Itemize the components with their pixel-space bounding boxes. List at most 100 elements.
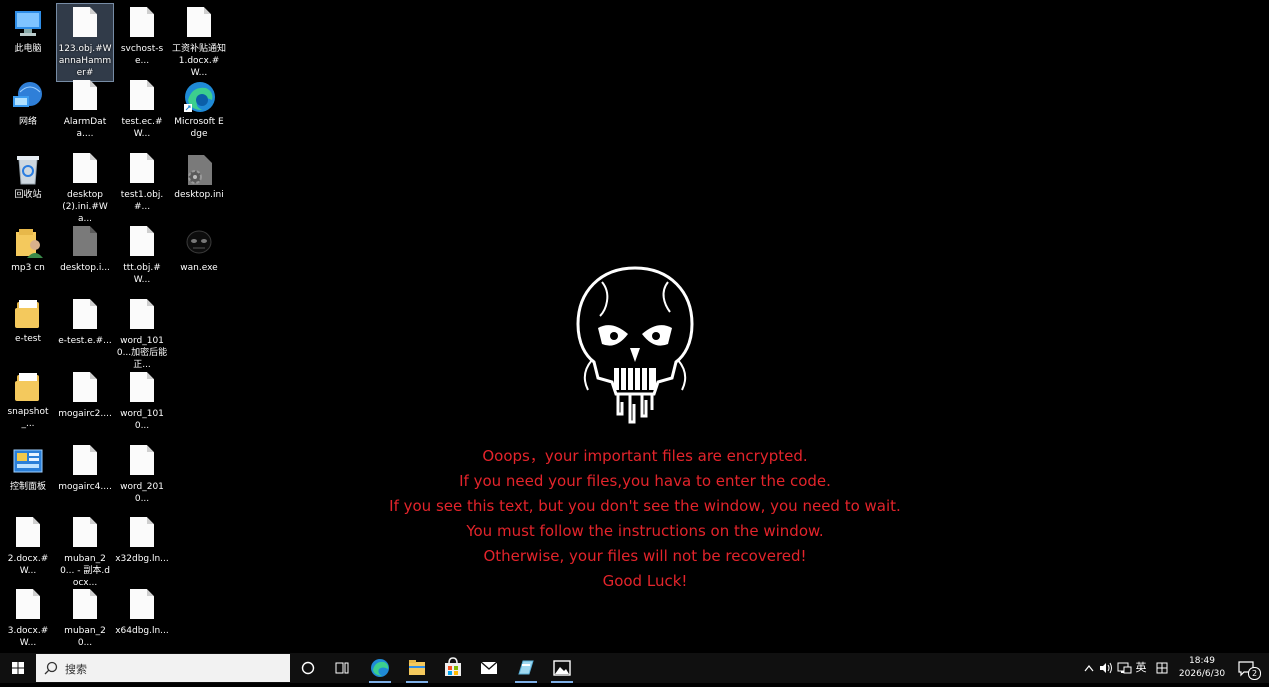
store-icon: [445, 657, 461, 676]
ime-mode-button[interactable]: [1154, 653, 1170, 683]
desktop-icon-e-test-e[interactable]: e-test.e.#...: [57, 296, 113, 347]
desktop-icon-3-docx[interactable]: 3.docx.#W...: [0, 586, 56, 649]
user-folder-icon: [11, 226, 45, 260]
desktop-icon-muban-copy[interactable]: muban_20... - 副本.docx...: [57, 514, 113, 589]
taskbar-clock[interactable]: 18:49 2026/6/30: [1178, 655, 1226, 681]
desktop-icon-label: x32dbg.ln...: [115, 554, 169, 564]
taskbar-search-box[interactable]: 搜索: [36, 654, 290, 682]
folder-icon: [15, 371, 41, 401]
notification-count-badge: 2: [1248, 667, 1261, 680]
document-icon: [73, 445, 97, 475]
desktop-icon-label: mogairc4....: [58, 482, 112, 492]
file-explorer-button[interactable]: [400, 653, 434, 683]
desktop-icon-2-docx[interactable]: 2.docx.#W...: [0, 514, 56, 577]
task-view-button[interactable]: [325, 653, 359, 683]
desktop-icon-label: desktop.i...: [60, 263, 110, 273]
desktop-icon-label: 回收站: [14, 190, 42, 200]
desktop-icon-label: 工资补贴通知1.docx.#W...: [172, 44, 227, 78]
gray-document-icon: [73, 226, 97, 256]
desktop-icon-mogairc4[interactable]: mogairc4....: [57, 442, 113, 493]
control-panel-icon: [11, 445, 45, 479]
taskbar-app-button[interactable]: [509, 653, 543, 683]
desktop-icon-microsoft-edge[interactable]: Microsoft Edge: [171, 77, 227, 140]
desktop-icon-svchost[interactable]: svchost-se...: [114, 4, 170, 67]
store-button[interactable]: [436, 653, 470, 683]
desktop-icon-label: word_1010...: [120, 409, 164, 431]
cortana-icon: [301, 661, 315, 675]
desktop-icon-desktop-i[interactable]: desktop.i...: [57, 223, 113, 274]
network-status-button[interactable]: [1116, 653, 1132, 683]
desktop-icon-alarmdata[interactable]: AlarmData....: [57, 77, 113, 140]
desktop-icon-test1-obj[interactable]: test1.obj.#...: [114, 150, 170, 213]
clock-date: 2026/6/30: [1178, 669, 1226, 679]
desktop-icon-label: 控制面板: [9, 482, 46, 492]
desktop-icon-muban[interactable]: muban_20...: [57, 586, 113, 649]
desktop-icon-x32dbg[interactable]: x32dbg.ln...: [114, 514, 170, 565]
ransom-message: Ooops，your important files are encrypted…: [300, 444, 990, 594]
edge-icon: [371, 659, 389, 677]
document-icon: [130, 517, 154, 547]
desktop-icon-desktop-ini[interactable]: desktop.ini: [171, 150, 227, 201]
desktop-icon-ttt-obj[interactable]: ttt.obj.#W...: [114, 223, 170, 286]
desktop-icon-123-obj[interactable]: 123.obj.#WannaHammer#: [56, 3, 114, 82]
desktop-icon-label: mp3 cn: [11, 263, 45, 273]
desktop-icon-label: AlarmData....: [63, 117, 107, 139]
chevron-up-icon: [1084, 665, 1094, 672]
document-icon: [130, 7, 154, 37]
document-icon: [73, 7, 97, 37]
desktop-icon-label: muban_20... - 副本.docx...: [60, 554, 110, 588]
desktop-icon-salary-notice[interactable]: 工资补贴通知1.docx.#W...: [171, 4, 227, 79]
desktop-icon-x64dbg[interactable]: x64dbg.ln...: [114, 586, 170, 637]
desktop-icon-snapshot[interactable]: snapshot_...: [0, 369, 56, 430]
desktop-icon-desktop-2-ini[interactable]: desktop (2).ini.#Wa...: [57, 150, 113, 225]
speaker-icon: [1100, 662, 1112, 674]
desktop-icon-recycle-bin[interactable]: 回收站: [0, 150, 56, 201]
photos-button[interactable]: [545, 653, 579, 683]
show-hidden-icons-button[interactable]: [1082, 653, 1096, 683]
photos-icon: [553, 660, 571, 676]
desktop-icon-label: 此电脑: [14, 44, 42, 54]
mail-button[interactable]: [472, 653, 506, 683]
cortana-button[interactable]: [291, 653, 325, 683]
network-icon: [11, 80, 45, 114]
desktop-icon-label: 123.obj.#WannaHammer#: [58, 44, 112, 78]
desktop-icon-word-1010[interactable]: word_1010...: [114, 369, 170, 432]
desktop-icon-mp3-cn[interactable]: mp3 cn: [0, 223, 56, 274]
document-icon: [130, 372, 154, 402]
desktop-icon-label: muban_20...: [64, 626, 106, 648]
desktop-icon-label: mogairc2....: [58, 409, 112, 419]
volume-button[interactable]: [1098, 653, 1114, 683]
document-icon: [73, 589, 97, 619]
document-icon: [73, 299, 97, 329]
desktop-icon-test-ec[interactable]: test.ec.#W...: [114, 77, 170, 140]
document-icon: [73, 517, 97, 547]
desktop-icon-wan-exe[interactable]: wan.exe: [171, 223, 227, 274]
taskbar-edge-button[interactable]: [363, 653, 397, 683]
desktop-icon-label: svchost-se...: [120, 44, 164, 66]
document-icon: [73, 372, 97, 402]
document-icon: [130, 80, 154, 110]
desktop-icon-control-panel[interactable]: 控制面板: [0, 442, 56, 493]
desktop: 此电脑 网络 回收站 mp3 cn e-test snapshot_... 控制…: [0, 0, 1269, 653]
desktop-icon-word-2010[interactable]: word_2010...: [114, 442, 170, 505]
wan-exe-icon: [182, 226, 216, 260]
desktop-icon-label: e-test: [14, 334, 42, 344]
notification-center-button[interactable]: 2: [1232, 653, 1262, 683]
ransom-line-3: If you see this text, but you don't see …: [389, 497, 901, 515]
ransom-line-1: Ooops，your important files are encrypted…: [482, 447, 808, 465]
desktop-icon-mogairc2[interactable]: mogairc2....: [57, 369, 113, 420]
desktop-icon-e-test[interactable]: e-test: [0, 296, 56, 345]
ransom-line-4: You must follow the instructions on the …: [466, 522, 824, 540]
search-icon: [44, 661, 58, 675]
desktop-icon-label: test1.obj.#...: [120, 190, 164, 212]
settings-file-icon: [182, 153, 216, 187]
desktop-icon-this-pc[interactable]: 此电脑: [0, 4, 56, 55]
windows-logo-icon: [12, 662, 24, 674]
ransom-line-2: If you need your files,you hava to enter…: [459, 472, 831, 490]
start-button[interactable]: [0, 653, 36, 683]
desktop-icon-word-1010-encrypted[interactable]: word_1010...加密后能正...: [114, 296, 170, 371]
clock-time: 18:49: [1189, 656, 1215, 666]
search-placeholder: 搜索: [65, 663, 87, 676]
ime-language-button[interactable]: 英: [1133, 653, 1149, 683]
desktop-icon-network[interactable]: 网络: [0, 77, 56, 128]
